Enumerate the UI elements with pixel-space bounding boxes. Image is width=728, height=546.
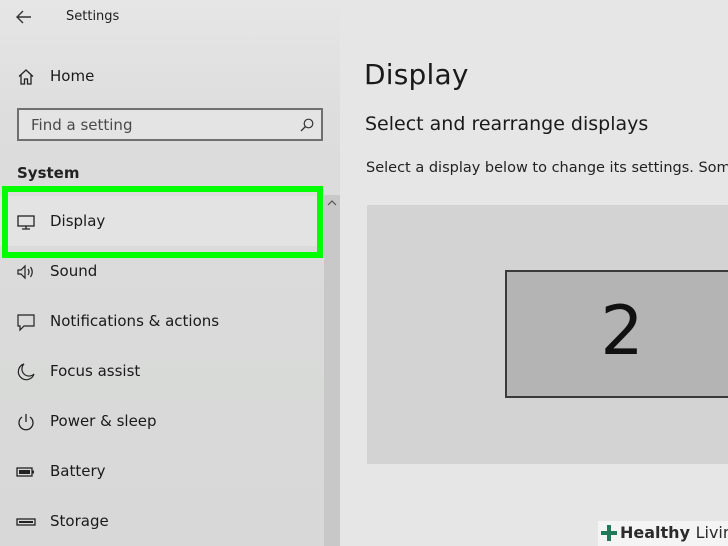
nav-list: Display Sound Notifications & actions Fo… bbox=[0, 196, 322, 546]
search-icon[interactable] bbox=[299, 117, 315, 133]
message-icon bbox=[17, 314, 35, 332]
watermark-text: Healthy Living bbox=[620, 523, 728, 542]
sidebar-item-label: Notifications & actions bbox=[50, 312, 220, 330]
sidebar-item-label: Display bbox=[50, 212, 106, 230]
display-arrangement-area: 2 bbox=[367, 205, 728, 464]
watermark: Healthy Living bbox=[598, 521, 728, 546]
display-tile[interactable]: 2 bbox=[505, 270, 728, 398]
speaker-icon bbox=[17, 264, 33, 280]
sidebar-item-label: Storage bbox=[50, 512, 109, 530]
watermark-light: Living bbox=[695, 523, 728, 542]
monitor-icon bbox=[17, 215, 35, 230]
plus-logo-icon bbox=[601, 525, 617, 541]
sidebar-item-power-sleep[interactable]: Power & sleep bbox=[0, 396, 322, 446]
sidebar-item-display[interactable]: Display bbox=[0, 196, 322, 246]
section-heading: System bbox=[17, 164, 80, 182]
home-label: Home bbox=[50, 67, 95, 85]
display-number: 2 bbox=[600, 292, 644, 371]
description-text: Select a display below to change its set… bbox=[366, 160, 728, 176]
scrollbar[interactable] bbox=[324, 195, 340, 546]
sidebar-item-label: Power & sleep bbox=[50, 412, 157, 430]
main-panel: Display Select and rearrange displays Se… bbox=[340, 0, 728, 546]
page-title: Display bbox=[364, 58, 469, 91]
title-bar: Settings bbox=[0, 0, 340, 34]
moon-icon bbox=[17, 363, 35, 381]
sidebar-item-battery[interactable]: Battery bbox=[0, 446, 322, 496]
sidebar-item-notifications[interactable]: Notifications & actions bbox=[0, 296, 322, 346]
sidebar-item-storage[interactable]: Storage bbox=[0, 496, 322, 546]
battery-icon bbox=[16, 467, 34, 477]
search-box[interactable] bbox=[17, 108, 323, 141]
sidebar-item-label: Focus assist bbox=[50, 362, 141, 380]
search-input[interactable] bbox=[19, 110, 301, 139]
home-nav-item[interactable]: Home bbox=[0, 60, 330, 94]
watermark-bold: Healthy bbox=[620, 523, 690, 542]
sidebar-item-label: Battery bbox=[50, 462, 106, 480]
storage-icon bbox=[16, 518, 36, 526]
sidebar-item-sound[interactable]: Sound bbox=[0, 246, 322, 296]
home-icon bbox=[18, 69, 34, 85]
scroll-up-icon[interactable] bbox=[324, 195, 340, 211]
power-icon bbox=[18, 414, 34, 431]
back-arrow-icon[interactable] bbox=[14, 8, 34, 26]
sidebar-item-label: Sound bbox=[50, 262, 98, 280]
sidebar-item-focus-assist[interactable]: Focus assist bbox=[0, 346, 322, 396]
section-title: Select and rearrange displays bbox=[365, 113, 649, 135]
sidebar: Settings Home System Display bbox=[0, 0, 340, 546]
window-title: Settings bbox=[66, 9, 120, 24]
